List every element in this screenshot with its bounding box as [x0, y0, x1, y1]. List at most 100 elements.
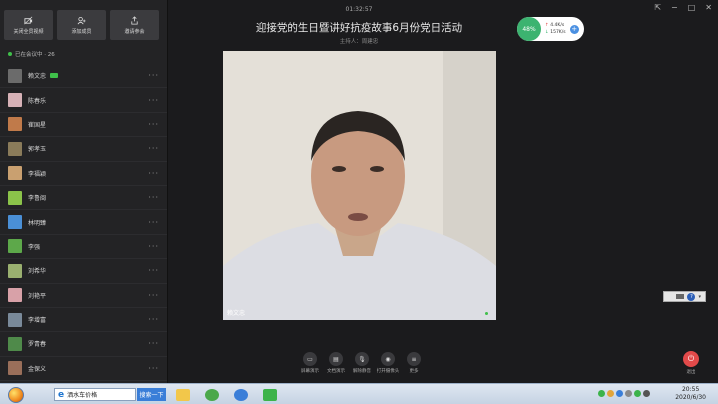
participant-name: 李增富: [28, 317, 47, 325]
document-icon: ▤: [329, 352, 343, 366]
upload-speed: 4.4K/s: [550, 23, 565, 28]
start-button[interactable]: [2, 385, 30, 404]
participant-row[interactable]: 郭孝玉 ···: [0, 137, 167, 162]
avatar: [8, 288, 22, 303]
mic-icon: 🎙: [355, 352, 369, 366]
tray-app-icon[interactable]: [634, 390, 641, 397]
sidebar-top-actions: 关闭全员视频 添加成员 邀请参会: [4, 10, 159, 40]
more-options-icon[interactable]: ···: [148, 315, 159, 324]
add-member-button[interactable]: 添加成员: [57, 10, 106, 40]
screen-share-label: 屏幕演示: [301, 369, 319, 374]
in-meeting-label: 已在会议中 · 26: [15, 52, 55, 58]
avatar: [8, 117, 22, 132]
volume-icon[interactable]: [643, 390, 650, 397]
chevron-down-icon[interactable]: ▾: [698, 294, 701, 300]
participant-row[interactable]: 陈春乐 ···: [0, 88, 167, 113]
participant-row[interactable]: 金保义 ···: [0, 357, 167, 382]
avatar: [8, 93, 22, 108]
more-options-icon[interactable]: ···: [148, 242, 159, 251]
more-options-icon[interactable]: ···: [148, 71, 159, 80]
screen-share-icon: ▭: [303, 352, 317, 366]
network-plus-icon[interactable]: +: [569, 24, 579, 34]
participant-row[interactable]: 李福颖 ···: [0, 162, 167, 186]
tray-app-icon[interactable]: [616, 390, 623, 397]
ie-icon: e: [58, 389, 65, 400]
search-app-icon[interactable]: [228, 385, 254, 404]
avatar: [8, 263, 22, 278]
participant-row[interactable]: 刘艳平 ···: [0, 284, 167, 308]
avatar: [8, 215, 22, 230]
close-icon[interactable]: ✕: [705, 3, 712, 12]
system-tray: [598, 390, 650, 397]
document-share-label: 文档演示: [327, 369, 345, 374]
avatar: [8, 239, 22, 254]
more-options-icon[interactable]: ···: [148, 291, 159, 300]
participant-row[interactable]: 李强 ···: [0, 235, 167, 260]
more-button[interactable]: ≡ 更多: [405, 352, 423, 374]
more-options-icon[interactable]: ···: [148, 169, 159, 178]
help-icon[interactable]: ?: [687, 292, 696, 301]
participant-row[interactable]: 崔国星 ···: [0, 113, 167, 138]
more-options-icon[interactable]: ···: [148, 218, 159, 227]
participant-row[interactable]: 林明臻 ···: [0, 210, 167, 235]
more-options-icon[interactable]: ···: [148, 339, 159, 348]
participant-row[interactable]: 李鲁闽 ···: [0, 186, 167, 211]
clock-date: 2020/6/30: [675, 394, 706, 401]
speaking-indicator-icon: [485, 312, 488, 315]
upload-arrow-icon: ↑: [545, 23, 549, 28]
meeting-main-area: 01:32:57 迎接党的生日暨讲好抗疫故事6月份党日活动 主持人：周建忠 ⇱ …: [168, 0, 718, 383]
more-options-icon[interactable]: ···: [148, 96, 159, 105]
system-clock[interactable]: 20:55 2020/6/30: [675, 386, 706, 402]
add-member-label: 添加成员: [71, 28, 92, 35]
avatar: [8, 166, 22, 181]
leave-meeting-button[interactable]: ⏻ 退出: [683, 351, 699, 375]
minimize-icon[interactable]: −: [671, 3, 678, 12]
participant-row[interactable]: 刘希华 ···: [0, 259, 167, 284]
avatar: [8, 361, 22, 376]
tray-app-icon[interactable]: [598, 390, 605, 397]
avatar: [8, 336, 22, 351]
tray-app-icon[interactable]: [625, 390, 632, 397]
document-share-button[interactable]: ▤ 文档演示: [327, 352, 345, 374]
invite-button[interactable]: 邀请参会: [110, 10, 159, 40]
pin-icon[interactable]: ⇱: [654, 3, 661, 12]
tray-app-icon[interactable]: [607, 390, 614, 397]
participant-row[interactable]: 赖文忠 ···: [0, 64, 167, 89]
meeting-host: 主持人：周建忠: [339, 39, 379, 45]
network-speeds: ↑ 4.4K/s ↓ 157K/s: [545, 22, 566, 36]
camera-button[interactable]: ◉ 打开摄像头: [377, 352, 399, 374]
participant-row[interactable]: 罗青春 ···: [0, 332, 167, 357]
speaker-portrait: [223, 51, 496, 320]
taskbar-search-input[interactable]: e 洒水车价格: [54, 388, 136, 401]
maximize-icon[interactable]: □: [688, 3, 696, 12]
speaker-video: 赖文忠: [223, 51, 496, 320]
add-user-icon: [77, 16, 86, 24]
more-options-icon[interactable]: ···: [148, 193, 159, 202]
search-button[interactable]: 搜索一下: [137, 388, 166, 401]
mute-all-video-label: 关闭全员视频: [13, 28, 44, 35]
participant-name: 刘希华: [28, 268, 47, 276]
clock-time: 20:55: [681, 386, 700, 393]
floating-helper-bar[interactable]: ? ▾: [663, 291, 706, 302]
avatar: [8, 68, 22, 83]
participant-name: 刘艳平: [28, 292, 47, 300]
mute-all-video-button[interactable]: 关闭全员视频: [4, 10, 53, 40]
leave-label: 退出: [686, 370, 696, 375]
more-options-icon[interactable]: ···: [148, 144, 159, 153]
refresh-app-icon[interactable]: [199, 385, 225, 404]
folder-app-icon[interactable]: [170, 385, 196, 404]
participant-name: 崔国星: [28, 121, 47, 129]
network-status-widget[interactable]: 48% ↑ 4.4K/s ↓ 157K/s +: [517, 17, 584, 41]
unmute-button[interactable]: 🎙 解除静音: [353, 352, 371, 374]
more-options-icon[interactable]: ···: [148, 364, 159, 373]
participant-name: 赖文忠: [28, 73, 47, 81]
more-options-icon[interactable]: ···: [148, 120, 159, 129]
wechat-app-icon[interactable]: [257, 385, 283, 404]
invite-label: 邀请参会: [124, 28, 145, 35]
screen-share-button[interactable]: ▭ 屏幕演示: [301, 352, 319, 374]
participant-row[interactable]: 李增富 ···: [0, 308, 167, 333]
share-icon: [131, 15, 138, 25]
search-text: 洒水车价格: [67, 392, 98, 399]
more-options-icon[interactable]: ···: [148, 266, 159, 275]
meeting-timer: 01:32:57: [345, 6, 373, 13]
